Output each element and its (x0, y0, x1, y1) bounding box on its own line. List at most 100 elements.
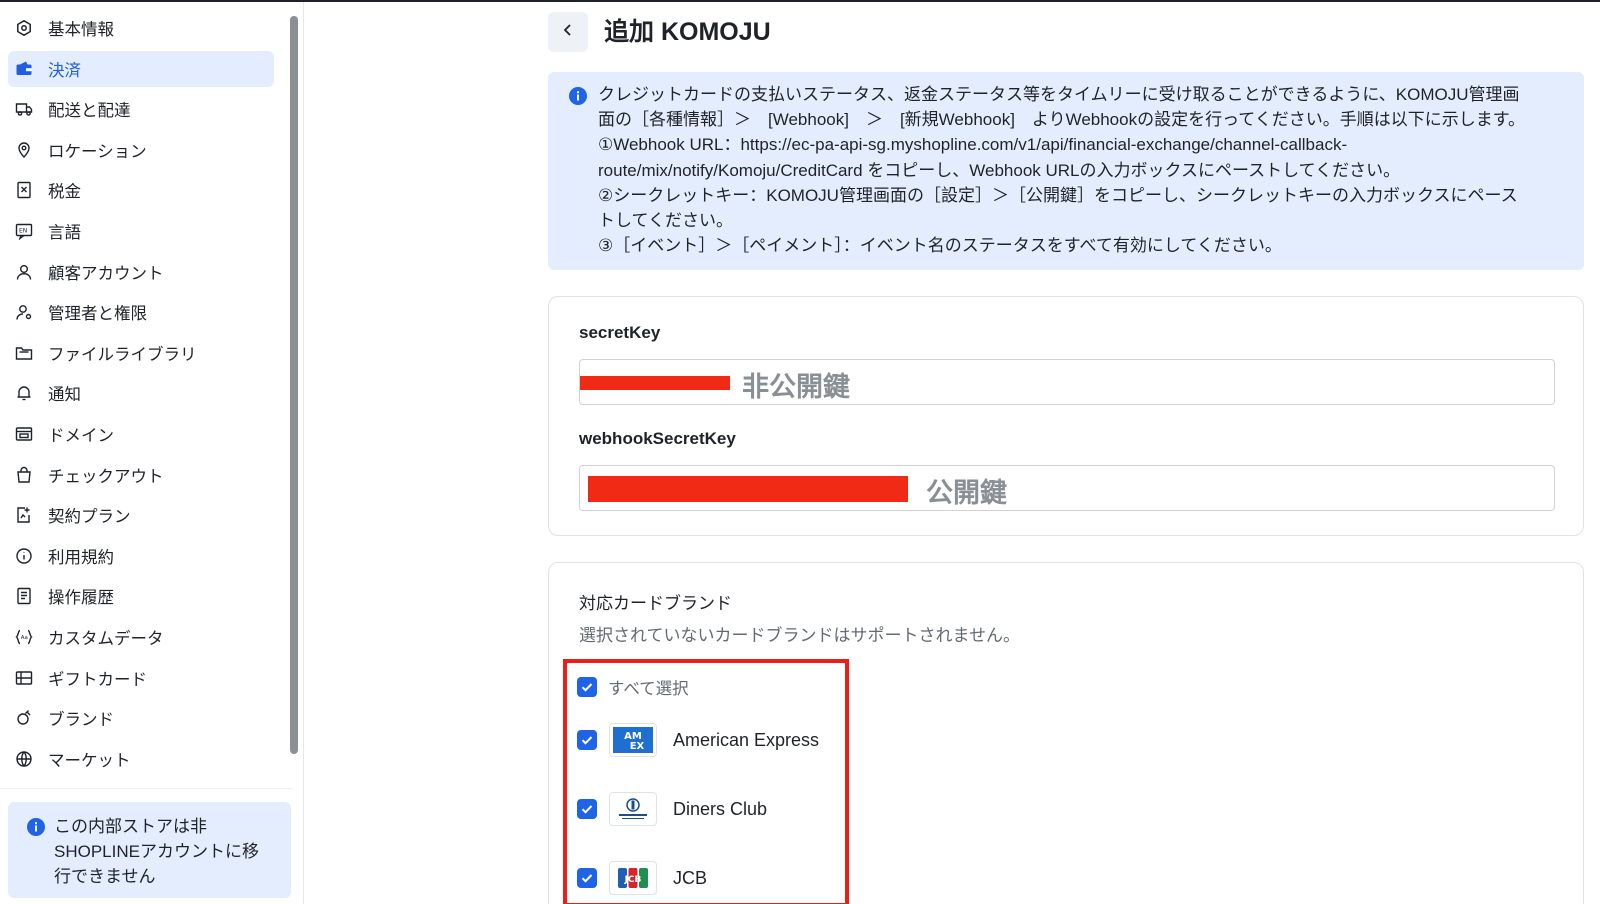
sidebar-item-label: ギフトカード (48, 670, 147, 689)
sidebar-item-history[interactable]: 操作履歴 (8, 578, 274, 614)
svg-text:Aa: Aa (21, 635, 28, 641)
user-permission-icon (14, 302, 34, 322)
webhook-secret-key-label: webhookSecretKey (579, 429, 736, 448)
sidebar-item-label: ロケーション (48, 142, 147, 161)
sidebar-item-domains[interactable]: ドメイン (8, 416, 274, 452)
redaction-bar (580, 376, 730, 390)
sidebar-divider (0, 788, 292, 789)
settings-sidebar: 基本情報 決済 配送と配達 ロケーション 税金 EN 言語 顧客アカウント 管理 (0, 2, 304, 904)
shopping-bag-icon (14, 465, 34, 485)
card-brands-subtitle: 選択されていないカードブランドはサポートされません。 (579, 626, 1020, 645)
notice-line: この内部ストアは非 (54, 817, 207, 836)
diners-club-label: Diners Club (673, 798, 768, 819)
notice-line: 行できません (54, 867, 156, 886)
sidebar-item-label: 基本情報 (48, 21, 114, 39)
hexagon-icon (14, 18, 34, 38)
folder-icon (14, 343, 34, 363)
amex-logo-icon: AM EX (609, 723, 657, 757)
jcb-logo-icon: JCB (609, 861, 657, 895)
brand-row-jcb[interactable]: JCB JCB (577, 861, 707, 895)
amex-checkbox[interactable] (577, 730, 597, 750)
sidebar-item-shipping[interactable]: 配送と配達 (8, 91, 274, 127)
notice-line: ①Webhook URL：https://ec-pa-api-sg.myshop… (598, 135, 1348, 155)
sidebar-item-languages[interactable]: EN 言語 (8, 213, 274, 249)
card-brands-card: 対応カードブランド 選択されていないカードブランドはサポートされません。 すべて… (548, 562, 1584, 904)
diners-club-logo-icon (609, 792, 657, 826)
sidebar-item-basic-info[interactable]: 基本情報 (8, 10, 274, 46)
diners-club-checkbox[interactable] (577, 799, 597, 819)
select-all-row[interactable]: すべて選択 (577, 675, 689, 699)
info-circle-icon (14, 546, 34, 566)
sidebar-item-label: 顧客アカウント (48, 264, 164, 283)
notice-line: SHOPLINEアカウントに移 (54, 842, 259, 861)
select-all-checkbox[interactable] (577, 677, 597, 697)
sidebar-item-label: ドメイン (48, 426, 114, 445)
sidebar-item-brand[interactable]: ブランド (8, 700, 274, 736)
notice-line: ③［イベント］＞［ペイメント］：イベント名のステータスをすべて有効にしてください… (598, 236, 1282, 256)
sidebar-item-label: マーケット (48, 751, 131, 770)
sidebar-item-label: 管理者と権限 (48, 305, 147, 324)
webhook-instructions-notice: クレジットカードの支払いステータス、返金ステータス等をタイムリーに受け取ることが… (548, 72, 1584, 270)
sidebar-item-gift-cards[interactable]: ギフトカード (8, 660, 274, 696)
sidebar-item-label: ブランド (48, 711, 114, 730)
card-brands-title: 対応カードブランド (579, 594, 732, 613)
gift-card-icon (14, 668, 34, 688)
plan-icon (14, 505, 34, 525)
bell-icon (14, 383, 34, 403)
chevron-left-icon (561, 23, 575, 42)
jcb-label: JCB (673, 867, 708, 888)
sidebar-item-label: 決済 (48, 61, 81, 80)
sidebar-item-notifications[interactable]: 通知 (8, 375, 274, 411)
language-icon: EN (14, 221, 34, 241)
webhook-secret-key-value: 公開鍵 (926, 478, 1007, 508)
sidebar-item-taxes[interactable]: 税金 (8, 172, 274, 208)
sidebar-item-plan[interactable]: 契約プラン (8, 497, 274, 533)
page-title: 追加 KOMOJU (604, 18, 771, 46)
sidebar-item-label: 契約プラン (48, 508, 131, 527)
sidebar-item-customer-accounts[interactable]: 顧客アカウント (8, 254, 274, 290)
select-all-label: すべて選択 (608, 680, 689, 698)
sidebar-item-checkout[interactable]: チェックアウト (8, 457, 274, 493)
svg-text:JCB: JCB (624, 875, 642, 885)
svg-text:EX: EX (630, 741, 645, 752)
settings-nav: 基本情報 決済 配送と配達 ロケーション 税金 EN 言語 顧客アカウント 管理 (0, 10, 292, 781)
jcb-checkbox[interactable] (577, 868, 597, 888)
truck-icon (14, 99, 34, 119)
notice-line: トしてください。 (598, 211, 733, 231)
sidebar-item-locations[interactable]: ロケーション (8, 132, 274, 168)
amex-label: American Express (673, 729, 820, 750)
sidebar-item-label: 言語 (48, 223, 81, 242)
back-button[interactable] (548, 12, 588, 52)
location-pin-icon (14, 140, 34, 160)
sidebar-item-file-library[interactable]: ファイルライブラリ (8, 335, 274, 371)
sidebar-item-terms[interactable]: 利用規約 (8, 538, 274, 574)
keys-card: secretKey 非公開鍵 webhookSecretKey 公開鍵 (548, 296, 1584, 536)
secret-key-value: 非公開鍵 (742, 372, 850, 402)
redaction-bar (588, 476, 908, 502)
sidebar-item-label: チェックアウト (48, 467, 164, 486)
brand-icon (14, 708, 34, 728)
sidebar-item-label: ファイルライブラリ (48, 345, 197, 364)
svg-text:EN: EN (19, 227, 27, 234)
sidebar-item-payments[interactable]: 決済 (8, 50, 274, 87)
sidebar-item-admins-permissions[interactable]: 管理者と権限 (8, 294, 274, 330)
brand-row-diners[interactable]: Diners Club (577, 792, 767, 826)
custom-data-icon: Aa (14, 627, 34, 647)
wallet-icon (14, 59, 34, 79)
brand-row-amex[interactable]: AM EX American Express (577, 723, 819, 757)
sidebar-item-label: 配送と配達 (48, 102, 131, 121)
secret-key-input[interactable]: 非公開鍵 (579, 359, 1555, 405)
sidebar-item-custom-data[interactable]: Aa カスタムデータ (8, 619, 274, 655)
sidebar-item-markets[interactable]: マーケット (8, 741, 274, 777)
sidebar-item-label: 利用規約 (48, 548, 114, 567)
migration-notice: この内部ストアは非 SHOPLINEアカウントに移 行できません (8, 802, 291, 898)
secret-key-label: secretKey (579, 323, 661, 342)
sidebar-scrollbar[interactable] (290, 16, 298, 754)
webhook-secret-key-input[interactable]: 公開鍵 (579, 465, 1555, 511)
info-icon (26, 817, 46, 844)
notice-line: クレジットカードの支払いステータス、返金ステータス等をタイムリーに受け取ることが… (598, 85, 1520, 104)
sidebar-item-label: 通知 (48, 386, 81, 405)
history-icon (14, 586, 34, 606)
domain-icon (14, 424, 34, 444)
globe-icon (14, 749, 34, 769)
